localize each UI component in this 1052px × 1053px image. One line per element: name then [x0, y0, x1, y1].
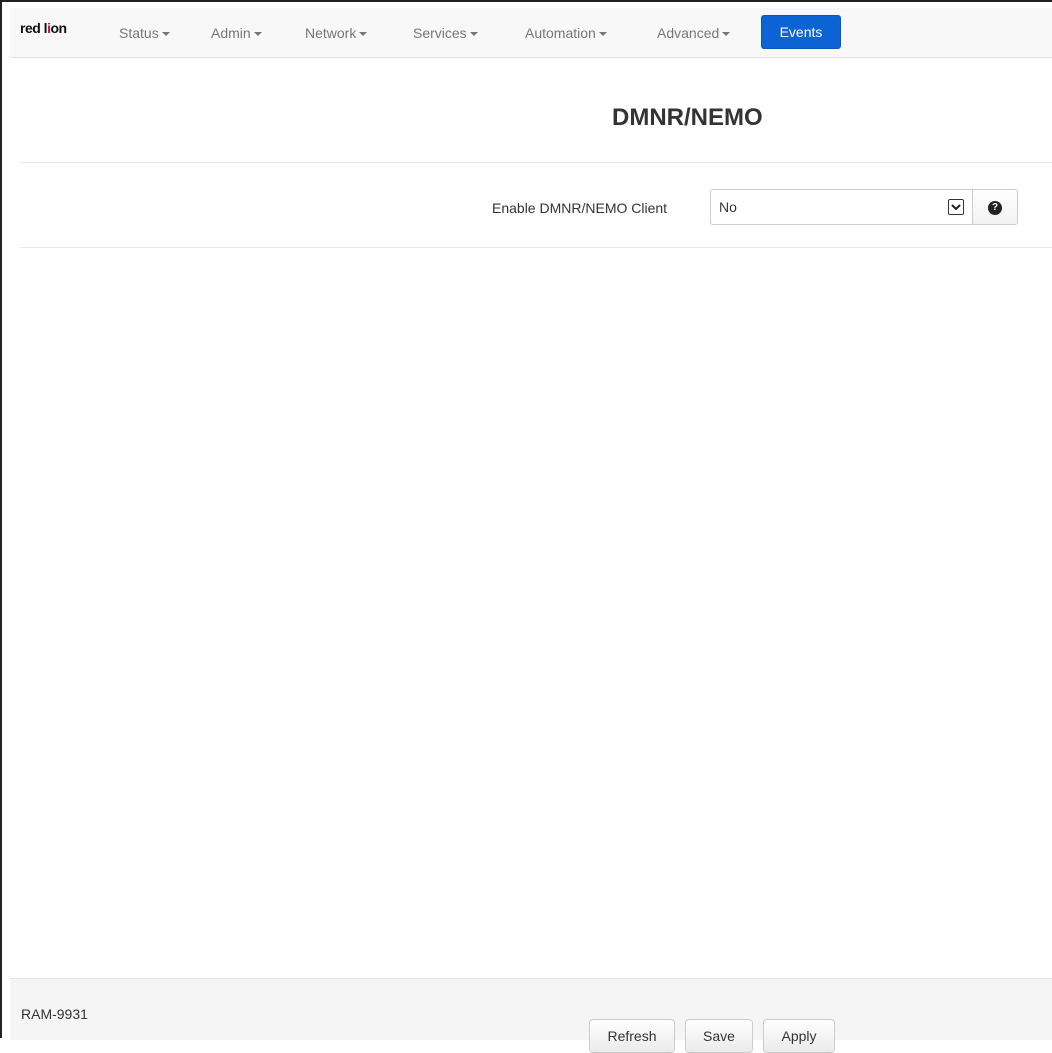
nav-network[interactable]: Network	[305, 25, 368, 41]
divider	[20, 162, 1052, 163]
footer-bar: RAM-9931 Refresh Save Apply	[10, 978, 1052, 1053]
nav-events-label: Events	[779, 24, 823, 40]
apply-button[interactable]: Apply	[763, 1019, 835, 1053]
nav-events[interactable]: Events	[761, 15, 841, 49]
question-circle-icon: ?	[988, 201, 1002, 215]
chevron-down-icon	[948, 199, 964, 215]
caret-down-icon	[359, 32, 368, 37]
logo-text-3: on	[50, 20, 67, 36]
caret-down-icon	[598, 32, 607, 37]
enable-dmnr-select[interactable]: No	[710, 189, 972, 225]
nav-automation[interactable]: Automation	[525, 25, 607, 41]
nav-status-label: Status	[119, 25, 159, 41]
top-navbar: red lion Status Admin Network Services A…	[10, 8, 1052, 58]
enable-dmnr-label: Enable DMNR/NEMO Client	[492, 200, 668, 216]
nav-network-label: Network	[305, 25, 357, 41]
page-frame: red lion Status Admin Network Services A…	[0, 0, 1052, 1053]
nav-status[interactable]: Status	[119, 25, 170, 41]
nav-automation-label: Automation	[525, 25, 596, 41]
caret-down-icon	[253, 32, 262, 37]
page-title: DMNR/NEMO	[612, 104, 763, 131]
nav-advanced[interactable]: Advanced	[657, 25, 731, 41]
caret-down-icon	[161, 32, 170, 37]
logo-text-1: red l	[20, 20, 48, 36]
help-button[interactable]: ?	[972, 189, 1018, 225]
nav-advanced-label: Advanced	[657, 25, 720, 41]
save-button[interactable]: Save	[685, 1019, 753, 1053]
caret-down-icon	[722, 32, 731, 37]
divider	[20, 247, 1052, 248]
enable-dmnr-value: No	[719, 199, 737, 215]
device-name: RAM-9931	[21, 1006, 88, 1022]
red-lion-logo[interactable]: red lion	[20, 20, 67, 36]
nav-admin-label: Admin	[211, 25, 251, 41]
refresh-button[interactable]: Refresh	[589, 1019, 675, 1053]
caret-down-icon	[469, 32, 478, 37]
nav-services-label: Services	[413, 25, 467, 41]
nav-services[interactable]: Services	[413, 25, 478, 41]
nav-admin[interactable]: Admin	[211, 25, 262, 41]
